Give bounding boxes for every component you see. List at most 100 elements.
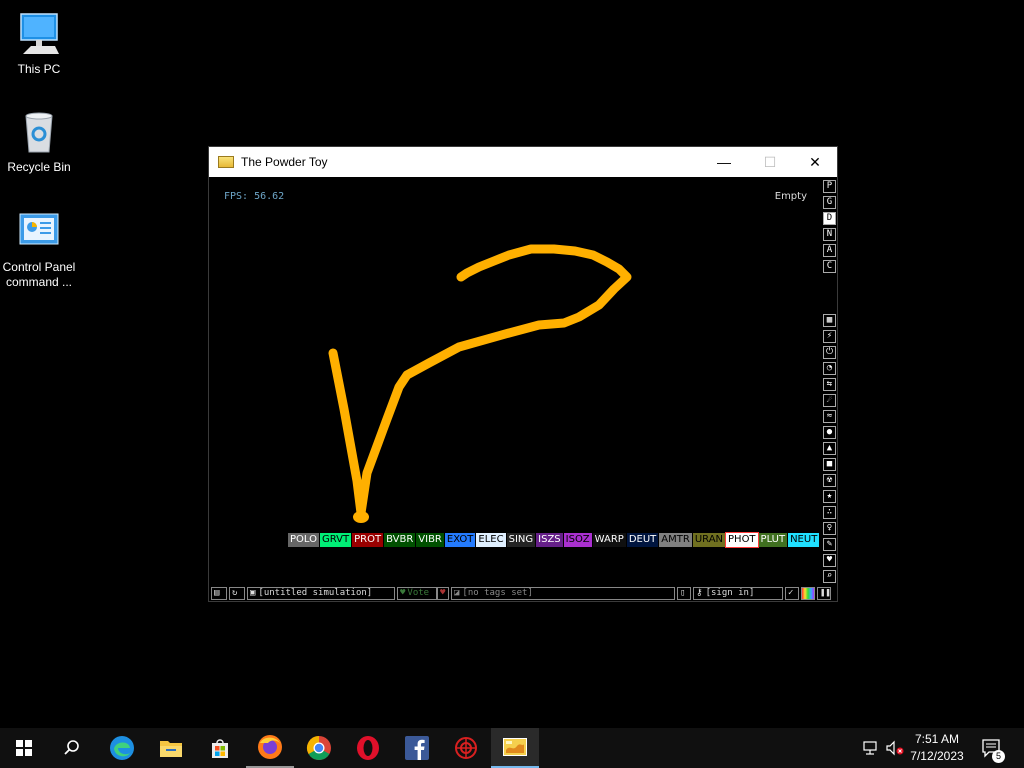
right-menu: P G D N A C ▦ ⚡ ⏻ ◔ ⇆ ☄ ≈ ● ▲ ■ ☢ ★ ∴ ♀ ✎ ♥ ⌕ <box>821 177 839 585</box>
element-exot[interactable]: EXOT <box>444 533 476 547</box>
maximize-button[interactable]: ☐ <box>747 147 793 177</box>
desktop-icon-label: Recycle Bin <box>7 160 71 174</box>
taskbar-file-explorer[interactable] <box>147 728 195 768</box>
search-button[interactable] <box>48 728 96 768</box>
taskbar-opera[interactable] <box>344 728 392 768</box>
element-phot[interactable]: PHOT <box>725 532 759 548</box>
notifications-button[interactable]: 5 <box>980 728 1005 768</box>
search-icon <box>64 740 79 755</box>
sensors-icon[interactable]: ◔ <box>823 362 836 375</box>
powder-toy-icon <box>218 156 234 168</box>
gases-icon[interactable]: ≈ <box>823 410 836 423</box>
folder-icon: ▤ <box>214 588 220 598</box>
taskbar-firefox[interactable] <box>246 728 294 768</box>
taskbar-powder-toy[interactable] <box>491 728 539 768</box>
sign-in-button[interactable]: ⚷ [sign in] <box>693 587 783 600</box>
explosives-icon[interactable]: ☄ <box>823 394 836 407</box>
store-icon <box>212 739 228 758</box>
force-icon[interactable]: ⇆ <box>823 378 836 391</box>
title-bar[interactable]: The Powder Toy — ☐ ✕ <box>209 147 837 177</box>
volume-muted-icon <box>886 740 904 756</box>
pause-icon: ❚❚ <box>820 588 831 598</box>
powered-icon[interactable]: ⏻ <box>823 346 836 359</box>
start-button[interactable] <box>0 728 48 768</box>
recycle-bin-icon <box>15 108 63 156</box>
menu-button-p[interactable]: P <box>823 180 836 193</box>
network-button[interactable] <box>860 728 882 768</box>
element-amtr[interactable]: AMTR <box>659 533 692 547</box>
notification-count-badge: 5 <box>992 750 1005 763</box>
element-palette: POLO GRVT PROT BVBR VIBR EXOT ELEC SING ISZS ISOZ… <box>288 532 820 549</box>
radioactive-icon[interactable]: ☢ <box>823 474 836 487</box>
close-button[interactable]: ✕ <box>792 147 838 177</box>
taskbar-facebook[interactable] <box>393 728 441 768</box>
open-save-button[interactable]: ▤ <box>211 587 227 600</box>
simulation-canvas[interactable]: FPS: 56.62 Empty <box>209 177 821 585</box>
volume-button[interactable] <box>884 728 906 768</box>
tools-icon[interactable]: ✎ <box>823 538 836 551</box>
pause-button[interactable]: ❚❚ <box>817 587 831 600</box>
menu-button-a[interactable]: A <box>823 244 836 257</box>
tag-icon: ◪ <box>454 588 460 598</box>
network-icon <box>863 741 877 755</box>
element-warp[interactable]: WARP <box>592 533 626 547</box>
element-bvbr[interactable]: BVBR <box>384 533 416 547</box>
minimize-button[interactable]: — <box>701 147 747 177</box>
special-icon[interactable]: ★ <box>823 490 836 503</box>
chrome-icon <box>306 736 331 761</box>
drawn-particles <box>328 244 632 523</box>
element-iszs[interactable]: ISZS <box>536 533 563 547</box>
desktop-icon-this-pc[interactable]: This PC <box>0 10 78 77</box>
clock-date: 7/12/2023 <box>910 749 964 763</box>
element-neut[interactable]: NEUT <box>788 533 820 547</box>
thumbs-up-icon: ♥ <box>400 588 406 598</box>
element-prot[interactable]: PROT <box>352 533 384 547</box>
reload-icon: ↻ <box>232 588 238 598</box>
element-polo[interactable]: POLO <box>288 533 319 547</box>
menu-button-g[interactable]: G <box>823 196 836 209</box>
liquids-icon[interactable]: ● <box>823 426 836 439</box>
element-uran[interactable]: URAN <box>692 533 726 547</box>
computer-icon <box>15 10 63 58</box>
clock-time: 7:51 AM <box>914 732 960 746</box>
reload-button[interactable]: ↻ <box>229 587 245 600</box>
key-icon: ⚷ <box>696 588 703 598</box>
vote-down-button[interactable]: ♥ <box>437 587 449 600</box>
taskbar-store[interactable] <box>196 728 244 768</box>
electronics-icon[interactable]: ⚡ <box>823 330 836 343</box>
render-options-button[interactable] <box>801 587 815 600</box>
element-sing[interactable]: SING <box>506 533 536 547</box>
save-simulation-button[interactable]: ▣ [untitled simulation] <box>247 587 395 600</box>
menu-button-c[interactable]: C <box>823 260 836 273</box>
solids-icon[interactable]: ■ <box>823 458 836 471</box>
walls-icon[interactable]: ▦ <box>823 314 836 327</box>
sign-in-label: [sign in] <box>705 588 755 598</box>
check-icon: ✓ <box>788 588 794 598</box>
taskbar: 7:51 AM 7/12/2023 5 <box>0 728 1024 768</box>
element-deut[interactable]: DEUT <box>626 533 659 547</box>
menu-button-d[interactable]: D <box>823 212 836 225</box>
favorites-icon[interactable]: ♥ <box>823 554 836 567</box>
taskbar-app[interactable] <box>442 728 490 768</box>
vote-up-button[interactable]: ♥ Vote <box>397 587 437 600</box>
element-isoz[interactable]: ISOZ <box>563 533 592 547</box>
new-simulation-button[interactable]: ▯ <box>677 587 691 600</box>
desktop-icon-recycle-bin[interactable]: Recycle Bin <box>0 108 78 175</box>
taskbar-chrome[interactable] <box>295 728 343 768</box>
bottom-toolbar: ▤ ↻ ▣ [untitled simulation] ♥ Vote ♥ ◪ [… <box>209 585 839 602</box>
element-grvt[interactable]: GRVT <box>320 533 352 547</box>
powders-icon[interactable]: ▲ <box>823 442 836 455</box>
element-vibr[interactable]: VIBR <box>416 533 444 547</box>
menu-button-n[interactable]: N <box>823 228 836 241</box>
taskbar-clock[interactable]: 7:51 AM 7/12/2023 <box>906 731 968 765</box>
element-plut[interactable]: PLUT <box>758 533 788 547</box>
search-icon[interactable]: ⌕ <box>823 570 836 583</box>
vote-label: Vote <box>407 588 430 598</box>
life-icon[interactable]: ♀ <box>823 522 836 535</box>
tags-button[interactable]: ◪ [no tags set] <box>451 587 675 600</box>
element-elec[interactable]: ELEC <box>476 533 506 547</box>
settings-button[interactable]: ✓ <box>785 587 799 600</box>
particles-icon[interactable]: ∴ <box>823 506 836 519</box>
desktop-icon-control-panel[interactable]: Control Panel command ... <box>0 208 78 290</box>
taskbar-edge[interactable] <box>98 728 146 768</box>
